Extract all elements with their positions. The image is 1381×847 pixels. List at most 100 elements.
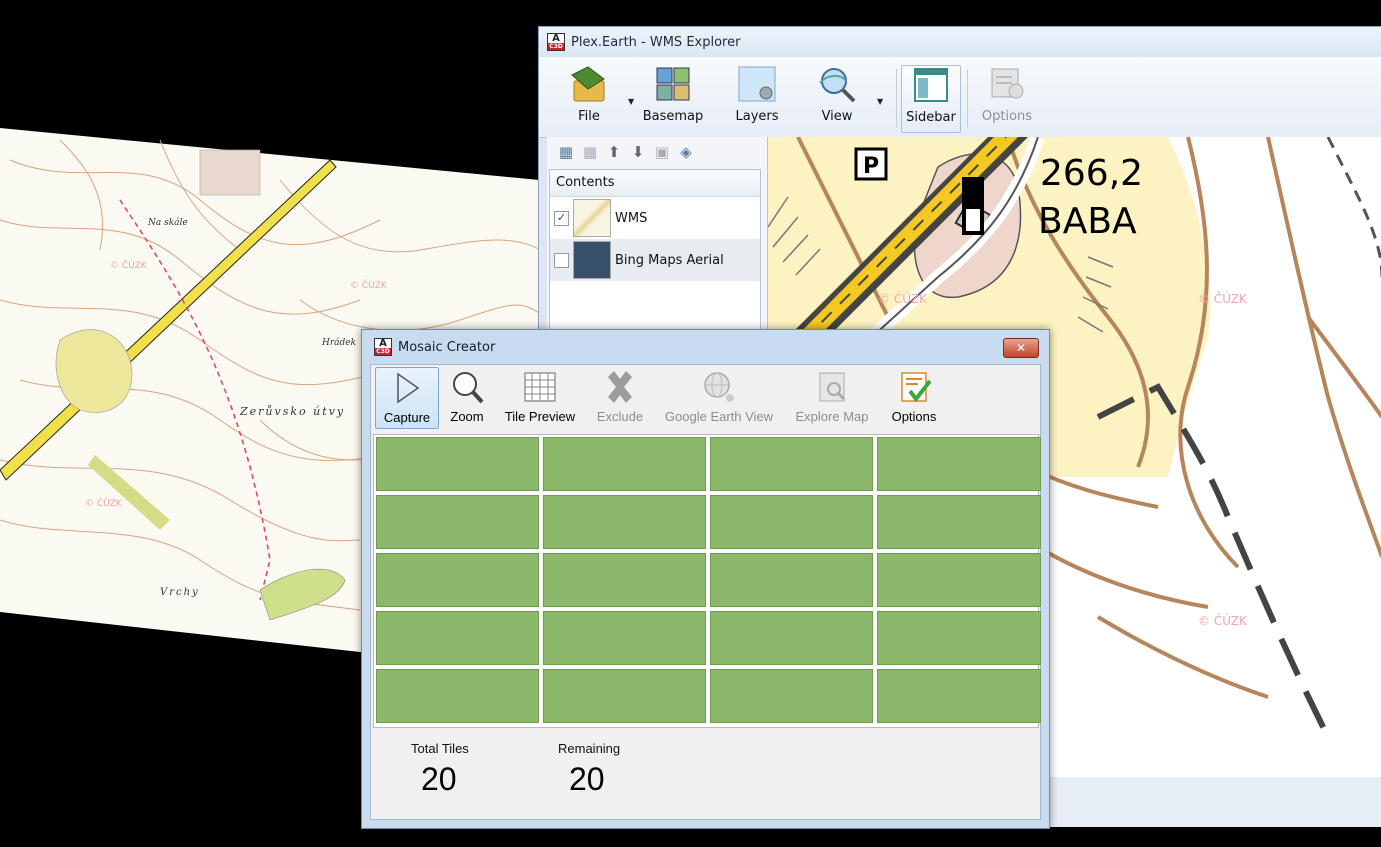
mosaic-titlebar[interactable]: A C3D Mosaic Creator	[362, 330, 1049, 364]
add-layer-icon[interactable]: ▦	[557, 143, 575, 161]
layer-row-bing[interactable]: Bing Maps Aerial	[550, 239, 760, 281]
mosaic-app-logo-icon: A C3D	[374, 338, 392, 356]
bg-map-label-na-skale: Na skále	[147, 217, 188, 228]
close-button[interactable]: ✕	[1003, 338, 1039, 358]
wms-options-label: Options	[981, 109, 1033, 124]
tile-r5-c1[interactable]	[376, 669, 539, 723]
move-down-arrow-icon[interactable]: ⬇	[629, 143, 647, 161]
remaining-value: 20	[569, 761, 605, 797]
map-watermark-3: © ČÚZK	[1198, 613, 1248, 628]
tile-r2-c3[interactable]	[710, 495, 873, 549]
options-checklist-icon	[894, 369, 934, 405]
tile-r4-c4[interactable]	[877, 611, 1041, 665]
tile-preview-button[interactable]: Tile Preview	[495, 367, 585, 429]
tile-r1-c4[interactable]	[877, 437, 1041, 491]
layer-row-wms[interactable]: ✓ WMS	[550, 197, 760, 239]
view-dropdown-arrow-icon[interactable]: ▼	[877, 97, 883, 106]
sidebar-toolbar: ▦ ▦ ⬆ ⬇ ▣ ◈	[547, 137, 767, 167]
tile-r1-c3[interactable]	[710, 437, 873, 491]
exclude-label: Exclude	[596, 409, 644, 424]
layer-name-wms: WMS	[615, 210, 648, 226]
bg-map-label-hradek: Hrádek	[321, 337, 356, 348]
tile-r1-c1[interactable]	[376, 437, 539, 491]
sidebar-button[interactable]: Sidebar	[901, 65, 961, 133]
layers-label: Layers	[735, 109, 779, 124]
explore-map-icon	[814, 369, 850, 405]
tile-r4-c3[interactable]	[710, 611, 873, 665]
exclude-button[interactable]: Exclude	[589, 367, 651, 429]
move-up-arrow-icon[interactable]: ⬆	[605, 143, 623, 161]
globe-icon	[701, 369, 737, 405]
explore-map-label: Explore Map	[795, 409, 869, 424]
bg-map-watermark-3: © ČÚZK	[85, 497, 123, 509]
mosaic-options-button[interactable]: Options	[881, 367, 947, 429]
contents-list: Contents ✓ WMS Bing Maps Aerial	[549, 169, 761, 331]
tile-r3-c1[interactable]	[376, 553, 539, 607]
basemap-label: Basemap	[642, 109, 704, 124]
tile-grid[interactable]	[373, 434, 1041, 728]
tile-r2-c2[interactable]	[543, 495, 706, 549]
sidebar-icon	[910, 66, 952, 106]
zoom-layer-icon[interactable]: ▣	[653, 143, 671, 161]
tile-stats: Total Tiles 20 Remaining 20	[371, 731, 1040, 821]
sidebar-label: Sidebar	[906, 110, 956, 125]
bg-map-watermark-2: © ČÚZK	[350, 279, 388, 291]
tile-r5-c3[interactable]	[710, 669, 873, 723]
total-tiles-label: Total Tiles	[411, 741, 469, 756]
layers-button[interactable]: Layers	[725, 65, 789, 133]
explore-map-button[interactable]: Explore Map	[787, 367, 877, 429]
tile-r3-c4[interactable]	[877, 553, 1041, 607]
tile-r2-c1[interactable]	[376, 495, 539, 549]
zoom-button[interactable]: Zoom	[443, 367, 491, 429]
mosaic-content: Capture Zoom Tile Preview Exclude Google…	[370, 364, 1041, 820]
map-watermark-1: © ČÚZK	[878, 291, 928, 306]
tile-r3-c2[interactable]	[543, 553, 706, 607]
tile-r4-c1[interactable]	[376, 611, 539, 665]
exclude-x-icon	[602, 369, 638, 405]
wms-options-button[interactable]: Options	[975, 65, 1039, 133]
parking-symbol: P	[863, 154, 879, 179]
ribbon-separator-2	[967, 69, 968, 127]
capture-play-icon	[392, 370, 422, 406]
mosaic-title: Mosaic Creator	[398, 339, 496, 355]
remove-layer-icon[interactable]: ▦	[581, 143, 599, 161]
file-button[interactable]: File	[557, 65, 621, 133]
zoom-label: Zoom	[450, 409, 484, 424]
file-dropdown-arrow-icon[interactable]: ▼	[628, 97, 634, 106]
mosaic-creator-dialog: A C3D Mosaic Creator ✕ Capture Zoom Tile …	[361, 329, 1050, 829]
ribbon-separator	[896, 69, 897, 127]
contents-header: Contents	[550, 170, 760, 197]
tile-r5-c2[interactable]	[543, 669, 706, 723]
layer-checkbox-wms[interactable]: ✓	[554, 210, 569, 226]
mosaic-options-label: Options	[891, 409, 937, 424]
tile-preview-label: Tile Preview	[504, 409, 576, 424]
map-watermark-2: © ČÚZK	[1198, 291, 1248, 306]
google-earth-view-label: Google Earth View	[664, 409, 774, 424]
bg-map-watermark: © ČÚZK	[110, 259, 148, 271]
tile-r5-c4[interactable]	[877, 669, 1041, 723]
layer-name-bing: Bing Maps Aerial	[615, 252, 724, 268]
tile-r1-c2[interactable]	[543, 437, 706, 491]
basemap-icon	[652, 65, 694, 105]
layer-checkbox-bing[interactable]	[554, 252, 569, 268]
view-label: View	[821, 109, 853, 124]
zoom-magnifier-icon	[449, 369, 485, 405]
total-tiles-value: 20	[421, 761, 457, 797]
basemap-button[interactable]: Basemap	[641, 65, 705, 133]
tile-r3-c3[interactable]	[710, 553, 873, 607]
place-label-baba: BABA	[1038, 201, 1137, 242]
bg-map-label-vrchy: Vrchy	[160, 587, 200, 598]
view-magnifier-icon	[816, 65, 858, 105]
file-folder-icon	[568, 65, 610, 105]
layer-thumbnail-bing	[573, 241, 611, 279]
remaining-label: Remaining	[558, 741, 621, 756]
capture-button[interactable]: Capture	[375, 367, 439, 429]
wms-titlebar[interactable]: A C3D Plex.Earth - WMS Explorer	[539, 27, 1381, 57]
google-earth-view-button[interactable]: Google Earth View	[655, 367, 783, 429]
wms-ribbon: File ▼ Basemap Layers View ▼ Sidebar Opt…	[539, 57, 1381, 138]
tile-r2-c4[interactable]	[877, 495, 1041, 549]
layer-properties-icon[interactable]: ◈	[677, 143, 695, 161]
view-button[interactable]: View	[805, 65, 869, 133]
tile-r4-c2[interactable]	[543, 611, 706, 665]
elevation-label: 266,2	[1040, 153, 1143, 194]
